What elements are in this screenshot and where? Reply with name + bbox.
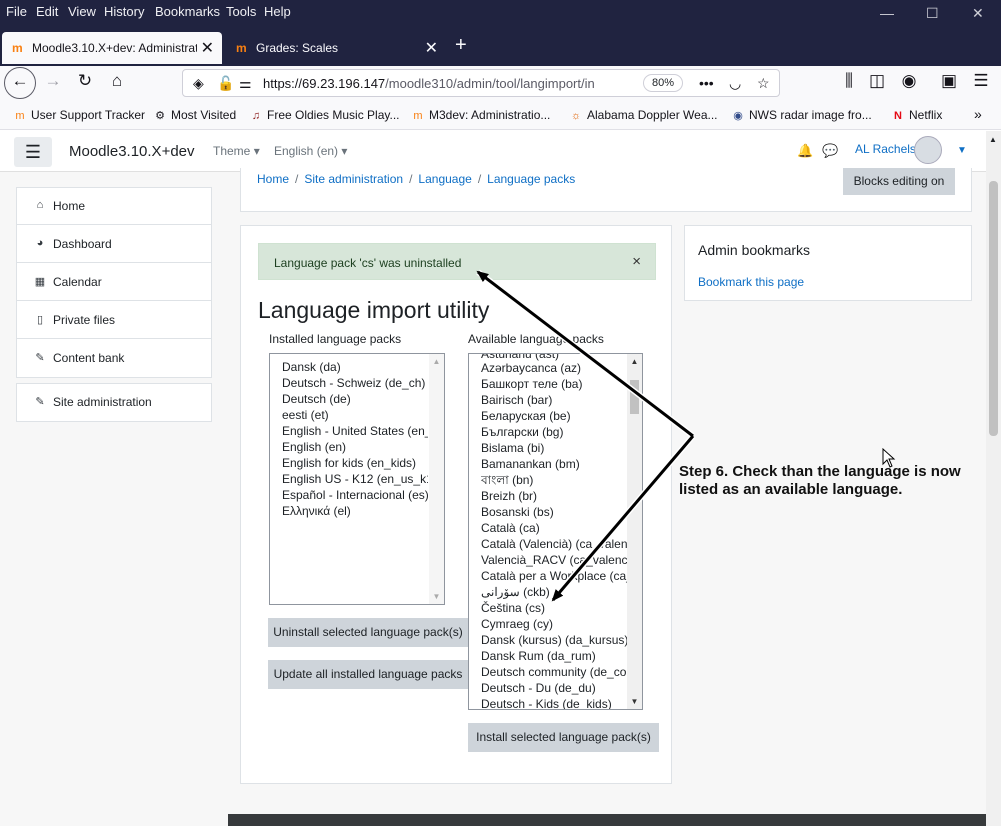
annotation-arrows xyxy=(476,269,696,602)
mouse-cursor-icon xyxy=(882,448,896,468)
arrow-to-cs-option xyxy=(551,435,695,602)
arrow-to-alert xyxy=(476,270,694,438)
page-footer xyxy=(228,814,986,826)
